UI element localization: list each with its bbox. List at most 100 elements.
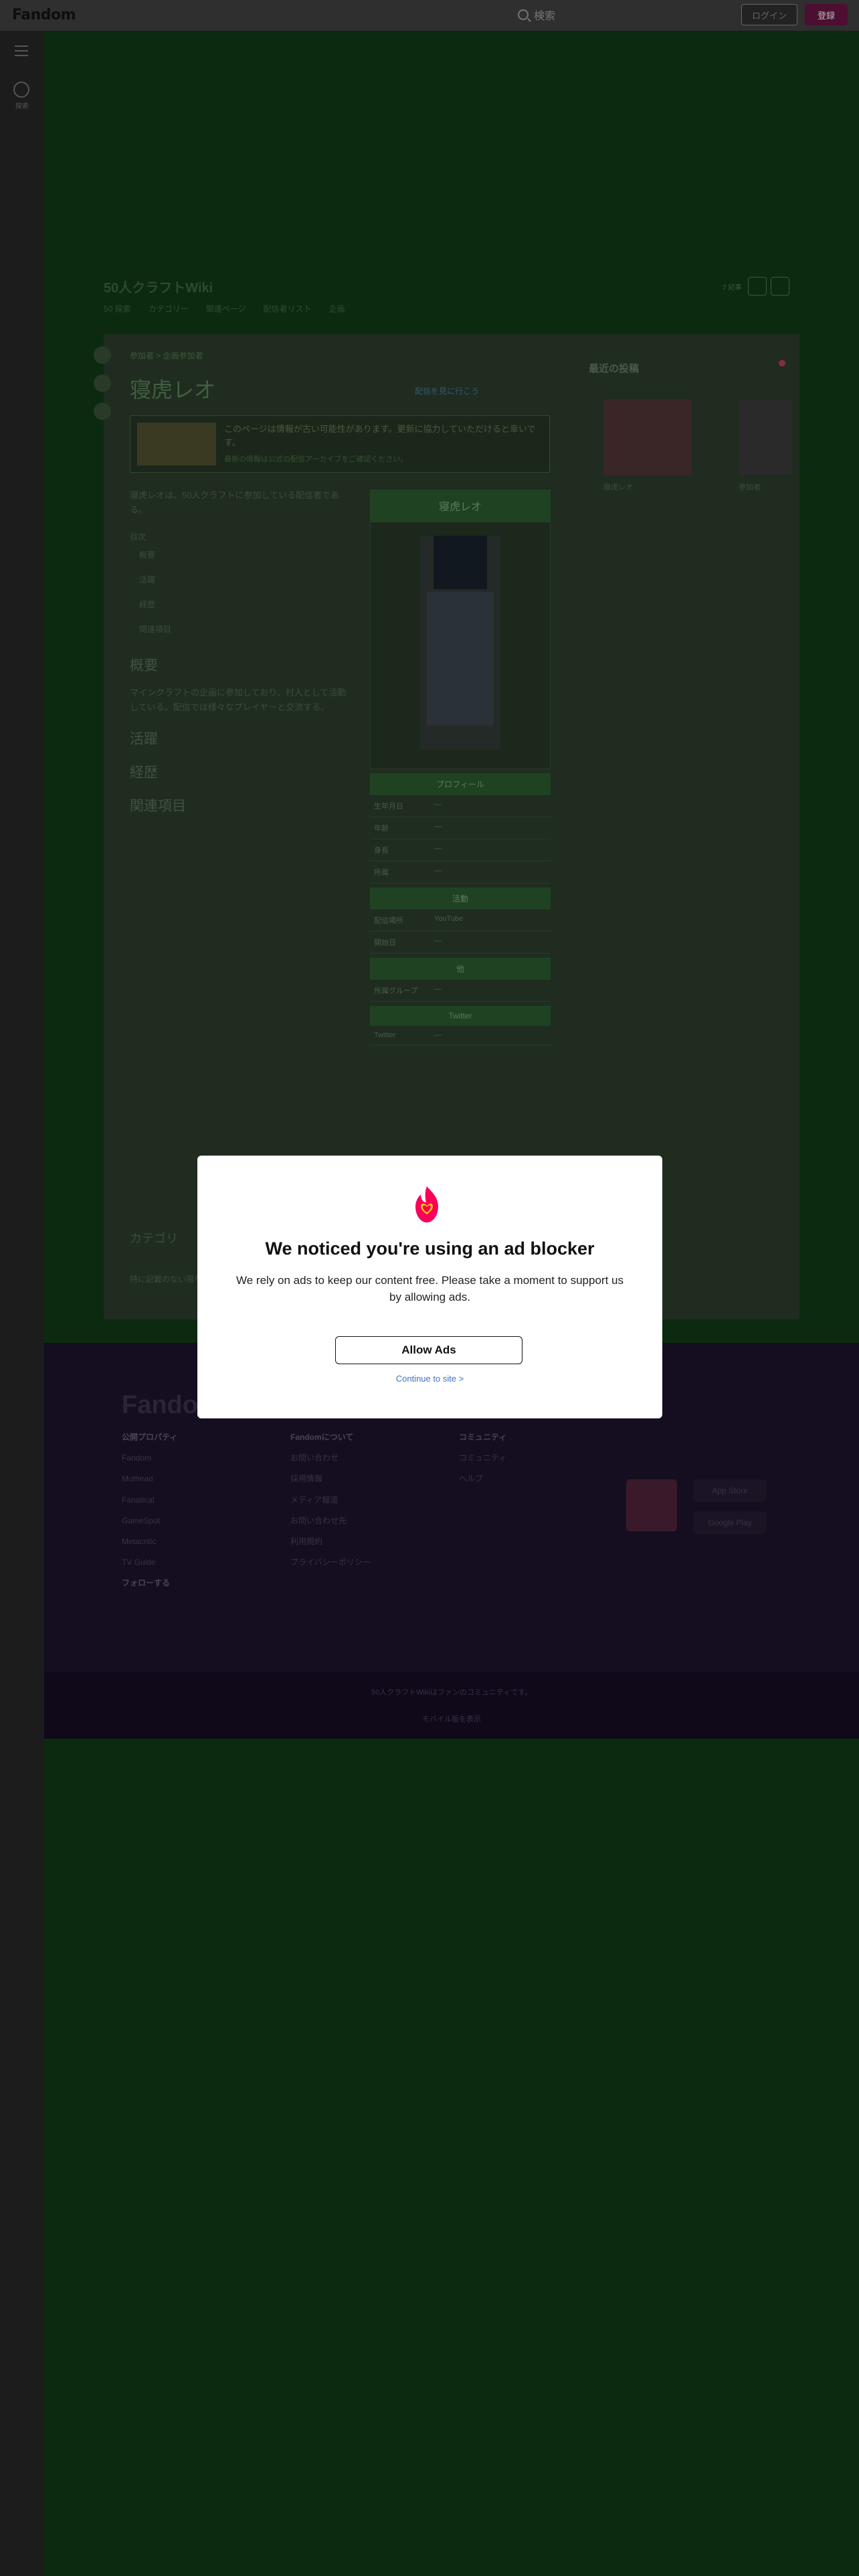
footer-link[interactable]: Muthead <box>122 1469 177 1489</box>
infobox-key: 所属 <box>374 869 389 877</box>
explore-icon[interactable] <box>13 82 29 98</box>
footer-link[interactable]: 利用規約 <box>290 1531 371 1552</box>
footer-link[interactable]: お問い合わせ <box>290 1448 371 1469</box>
infobox-row: 身長 — <box>370 839 551 861</box>
footer-link[interactable]: 採用情報 <box>290 1469 371 1489</box>
notice-box: このページは情報が古い可能性があります。更新に協力していただけると幸いです。 最… <box>130 415 550 473</box>
footer-bottom: 50人クラフトWikiはファンのコミュニティです。 モバイル版を表示 <box>44 1672 859 1739</box>
toc-item[interactable]: 経歴 <box>130 592 351 617</box>
search-box[interactable]: 検索 <box>518 7 555 23</box>
categories-heading: カテゴリ <box>130 1232 178 1245</box>
infobox-row: Twitter — <box>370 1026 551 1045</box>
table-of-contents: 目次 概要 活躍 経歴 関連項目 <box>130 531 351 641</box>
infobox-section-header[interactable]: プロフィール <box>370 773 551 795</box>
stream-link[interactable]: 配信を見に行こう <box>415 385 479 397</box>
footer-link[interactable]: ヘルプ <box>459 1469 506 1489</box>
modal-body: We rely on ads to keep our content free.… <box>236 1274 624 1303</box>
footer-link[interactable]: Fanatical <box>122 1490 177 1511</box>
popular-item-thumbnail[interactable] <box>603 399 692 475</box>
wiki-nav-item-projects[interactable]: 企画 <box>328 303 345 314</box>
toc-item[interactable]: 活躍 <box>130 567 351 592</box>
infobox-row: 配信場所 YouTube <box>370 909 551 932</box>
notice-subtext: 最新の情報は公式の配信アーカイブをご確認ください。 <box>224 455 408 463</box>
article-body: 寝虎レオは、50人クラフトに参加している配信者である。 目次 概要 活躍 経歴 … <box>130 488 351 826</box>
infobox-row: 年齢 — <box>370 817 551 839</box>
search-icon[interactable] <box>518 9 529 20</box>
wiki-navigation: 50 探索 カテゴリー 関連ページ 配信者リスト 企画 <box>104 303 345 314</box>
menu-icon[interactable] <box>15 45 28 56</box>
page-title: 寝虎レオ <box>130 377 216 403</box>
toc-title: 目次 <box>130 532 147 542</box>
popular-item-caption[interactable]: 寝虎レオ <box>603 481 633 492</box>
footer-bottom-text: 50人クラフトWikiはファンのコミュニティです。 <box>371 1689 533 1697</box>
infobox-section-header[interactable]: 他 <box>370 958 551 980</box>
footer-link[interactable]: Metacritic <box>122 1531 177 1552</box>
wiki-nav-item-explore[interactable]: 50 探索 <box>104 303 131 314</box>
footer-link[interactable]: TV Guide <box>122 1552 177 1573</box>
footer-column-properties: 公開プロパティ Fandom Muthead Fanatical GameSpo… <box>122 1427 177 1594</box>
infobox-key: 配信場所 <box>374 917 403 925</box>
infobox-value[interactable]: YouTube <box>434 915 547 926</box>
wiki-nav-item-streamers[interactable]: 配信者リスト <box>263 303 311 314</box>
register-button[interactable]: 登録 <box>805 4 848 25</box>
infobox-image[interactable] <box>370 522 551 769</box>
section-heading: 関連項目 <box>130 798 186 815</box>
continue-to-site-link[interactable]: Continue to site > <box>197 1374 662 1384</box>
footer-column-community: コミュニティ コミュニティ ヘルプ <box>459 1427 506 1490</box>
section-text: マインクラフトの企画に参加しており、村人として活動している。配信では様々なプレイ… <box>130 687 347 713</box>
toc-item[interactable]: 概要 <box>130 542 351 567</box>
footer-column-about: Fandomについて お問い合わせ 採用情報 メディア報道 お問い合わせ先 利用… <box>290 1427 371 1573</box>
infobox-key: 年齢 <box>374 825 389 833</box>
edit-icon[interactable] <box>771 277 790 296</box>
modal-title: We noticed you're using an ad blocker <box>265 1239 595 1259</box>
footer-link[interactable]: メディア報道 <box>290 1490 371 1511</box>
infobox-section-header[interactable]: 活動 <box>370 887 551 909</box>
popular-item-caption[interactable]: 参加者 <box>739 481 761 492</box>
comment-icon[interactable] <box>94 374 111 392</box>
footer-column-heading: 公開プロパティ <box>122 1432 178 1442</box>
wiki-tools: 7 記事 <box>723 277 790 296</box>
search-placeholder[interactable]: 検索 <box>534 7 555 23</box>
infobox-key: 生年月日 <box>374 802 403 811</box>
footer-column-heading: Fandomについて <box>290 1432 354 1442</box>
infobox-key: 身長 <box>374 847 389 855</box>
notice-text: このページは情報が古い可能性があります。更新に協力していただけると幸いです。 <box>224 424 536 447</box>
footer-link[interactable]: GameSpot <box>122 1511 177 1531</box>
toc-item[interactable]: 関連項目 <box>130 617 351 641</box>
infobox-title: 寝虎レオ <box>370 490 551 522</box>
wiki-nav-item-category[interactable]: カテゴリー <box>149 303 189 314</box>
popular-item-thumbnail[interactable] <box>739 399 792 475</box>
language-icon[interactable] <box>94 403 111 420</box>
infobox-value: — <box>434 937 442 945</box>
page-side-tools <box>94 346 111 420</box>
infobox-value[interactable]: — <box>434 1031 547 1039</box>
login-button[interactable]: ログイン <box>741 4 797 25</box>
fandom-logo[interactable]: Fandom <box>12 7 76 23</box>
footer-link[interactable]: コミュニティ <box>459 1448 506 1469</box>
global-navigation: Fandom 検索 ログイン 登録 <box>0 0 859 31</box>
infobox-section-header[interactable]: Twitter <box>370 1006 551 1026</box>
discuss-icon[interactable] <box>748 277 767 296</box>
google-play-button[interactable]: Google Play <box>693 1511 767 1534</box>
fandom-app-icon[interactable] <box>626 1479 677 1531</box>
wiki-nav-item-related[interactable]: 関連ページ <box>206 303 246 314</box>
mobile-view-link[interactable]: モバイル版を表示 <box>44 1713 859 1724</box>
footer-link[interactable]: プライバシーポリシー <box>290 1552 371 1573</box>
popular-indicator-icon <box>779 360 785 366</box>
app-store-button[interactable]: App Store <box>693 1479 767 1502</box>
footer-link[interactable]: Fandom <box>122 1448 177 1469</box>
explore-label: 探索 <box>15 103 29 110</box>
wiki-title[interactable]: 50人クラフトWiki <box>104 277 213 296</box>
infobox-value: — <box>434 800 442 809</box>
infobox-value: — <box>434 823 442 831</box>
ad-blocker-modal: We noticed you're using an ad blocker We… <box>197 1156 662 1418</box>
notice-thumbnail <box>137 423 216 465</box>
intro-paragraph: 寝虎レオは、50人クラフトに参加している配信者である。 <box>130 490 339 516</box>
infobox-row: 所属グループ — <box>370 980 551 1002</box>
breadcrumb[interactable]: 参加者 > 企画参加者 <box>130 350 203 361</box>
allow-ads-button[interactable]: Allow Ads <box>335 1336 522 1364</box>
left-rail: 探索 <box>0 31 44 2576</box>
share-icon[interactable] <box>94 346 111 364</box>
footer-link[interactable]: お問い合わせ先 <box>290 1511 371 1531</box>
infobox-key: 所属グループ <box>374 987 418 995</box>
